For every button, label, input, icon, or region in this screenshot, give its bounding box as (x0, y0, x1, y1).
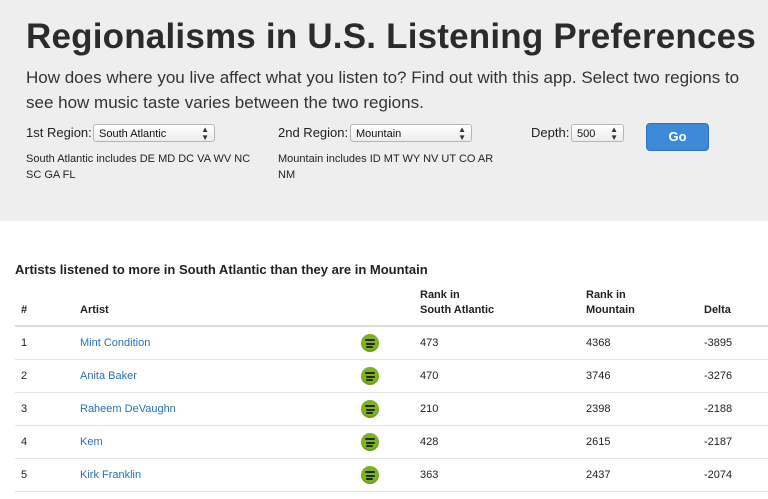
table-row: 4 Kem 428 2615 -2187 (15, 425, 768, 459)
cell-rank2: 2437 (580, 458, 698, 492)
cell-artist: Kirk Franklin (74, 458, 355, 492)
artist-link[interactable]: Kirk Franklin (80, 469, 141, 481)
spotify-icon[interactable] (361, 400, 379, 418)
cell-play (355, 326, 414, 360)
col-header-rank1: Rank in South Atlantic (414, 288, 580, 327)
region2-select-value: Mountain (356, 128, 402, 140)
col-header-rank2: Rank in Mountain (580, 288, 698, 327)
cell-num: 2 (15, 359, 74, 393)
depth-select[interactable]: 500 ▲ ▼ (571, 124, 624, 142)
cell-play (355, 425, 414, 459)
spotify-icon[interactable] (361, 334, 379, 352)
region1-select-value: South Atlantic (99, 128, 167, 140)
table-header-row: # Artist Rank in South Atlantic Rank in Mo… (15, 288, 768, 327)
table-row: 3 Raheem DeVaughn 210 2398 -2188 (15, 392, 768, 426)
cell-delta: -2187 (698, 425, 768, 459)
col-header-play (355, 288, 414, 327)
go-button[interactable]: Go (646, 123, 709, 151)
cell-rank1: 473 (414, 326, 580, 360)
table-row: 1 Mint Condition 473 4368 -3895 (15, 326, 768, 360)
cell-artist: Mint Condition (74, 326, 355, 360)
col-header-rank1-line1: Rank in (420, 289, 460, 301)
results-title: Artists listened to more in South Atlant… (15, 262, 428, 277)
region1-select[interactable]: South Atlantic ▲ ▼ (93, 124, 215, 142)
table-row: 2 Anita Baker 470 3746 -3276 (15, 359, 768, 393)
header-panel: Regionalisms in U.S. Listening Preferenc… (0, 0, 768, 221)
intro-text: How does where you live affect what you … (26, 68, 740, 112)
select-arrows-icon: ▲ ▼ (201, 125, 209, 142)
artist-link[interactable]: Anita Baker (80, 370, 137, 382)
region2-note: Mountain includes ID MT WY NV UT CO AR N… (278, 153, 494, 181)
region2-label: 2nd Region: (278, 125, 349, 140)
cell-artist: Raheem DeVaughn (74, 392, 355, 426)
cell-num: 3 (15, 392, 74, 426)
region1-note: South Atlantic includes DE MD DC VA WV N… (26, 153, 251, 181)
cell-delta: -2074 (698, 458, 768, 492)
region2-select[interactable]: Mountain ▲ ▼ (350, 124, 472, 142)
cell-delta: -3276 (698, 359, 768, 393)
region1-label: 1st Region: (26, 125, 92, 140)
cell-delta: -2188 (698, 392, 768, 426)
spotify-icon[interactable] (361, 367, 379, 385)
cell-num: 5 (15, 458, 74, 492)
cell-play (355, 458, 414, 492)
col-header-delta: Delta (698, 288, 768, 327)
col-header-num: # (15, 288, 74, 327)
table-row: 5 Kirk Franklin 363 2437 -2074 (15, 458, 768, 492)
cell-rank2: 2615 (580, 425, 698, 459)
cell-rank2: 2398 (580, 392, 698, 426)
select-arrows-icon: ▲ ▼ (458, 125, 466, 142)
page-title: Regionalisms in U.S. Listening Preferenc… (26, 17, 757, 56)
results-table: # Artist Rank in South Atlantic Rank in Mo… (15, 288, 768, 492)
col-header-artist: Artist (74, 288, 355, 327)
select-arrows-icon: ▲ ▼ (610, 125, 618, 142)
cell-num: 1 (15, 326, 74, 360)
artist-link[interactable]: Mint Condition (80, 337, 150, 349)
cell-play (355, 392, 414, 426)
cell-rank1: 470 (414, 359, 580, 393)
cell-play (355, 359, 414, 393)
cell-rank1: 363 (414, 458, 580, 492)
cell-rank2: 4368 (580, 326, 698, 360)
col-header-rank2-line2: Mountain (586, 304, 635, 316)
col-header-rank2-line1: Rank in (586, 289, 626, 301)
depth-select-value: 500 (577, 128, 596, 140)
col-header-rank1-line2: South Atlantic (420, 304, 495, 316)
cell-num: 4 (15, 425, 74, 459)
spotify-icon[interactable] (361, 433, 379, 451)
cell-delta: -3895 (698, 326, 768, 360)
cell-artist: Anita Baker (74, 359, 355, 393)
depth-label: Depth: (531, 125, 570, 140)
cell-rank1: 428 (414, 425, 580, 459)
artist-link[interactable]: Kem (80, 436, 103, 448)
artist-link[interactable]: Raheem DeVaughn (80, 403, 176, 415)
cell-artist: Kem (74, 425, 355, 459)
cell-rank1: 210 (414, 392, 580, 426)
cell-rank2: 3746 (580, 359, 698, 393)
spotify-icon[interactable] (361, 466, 379, 484)
